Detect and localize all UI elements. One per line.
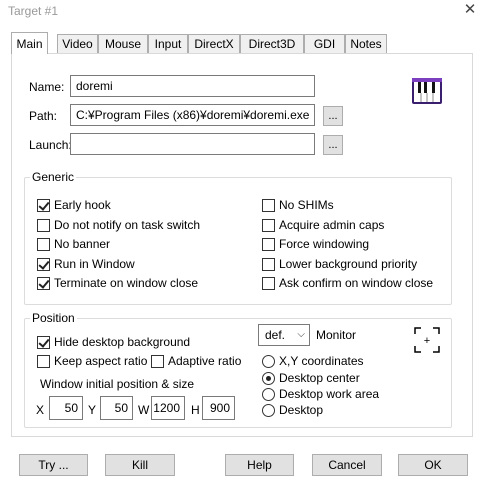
- checkbox-box[interactable]: [262, 218, 275, 232]
- checkbox-box[interactable]: [262, 237, 275, 251]
- force-windowing-checkbox[interactable]: Force windowing: [262, 236, 369, 252]
- tab-input[interactable]: Input: [148, 34, 188, 53]
- checkbox-box[interactable]: [37, 354, 50, 368]
- no-banner-checkbox[interactable]: No banner: [37, 236, 110, 252]
- x-label: X: [36, 403, 45, 417]
- try-button[interactable]: Try ...: [19, 454, 88, 476]
- radio-desktop[interactable]: Desktop: [262, 402, 323, 418]
- checkbox-label: Acquire admin caps: [279, 218, 385, 232]
- checkbox-label: Force windowing: [279, 237, 370, 251]
- checkbox-label: No SHIMs: [279, 198, 334, 212]
- launch-label: Launch:: [29, 138, 72, 152]
- radio-circle[interactable]: [262, 387, 275, 401]
- early-hook-checkbox[interactable]: Early hook: [37, 197, 111, 213]
- checkbox-box[interactable]: [37, 276, 50, 290]
- radio-label: Desktop center: [279, 371, 360, 385]
- ask-confirm-checkbox[interactable]: Ask confirm on window close: [262, 275, 433, 291]
- tab-mouse[interactable]: Mouse: [98, 34, 148, 53]
- piano-icon: [412, 78, 442, 104]
- acquire-admin-checkbox[interactable]: Acquire admin caps: [262, 217, 384, 233]
- checkbox-label: Run in Window: [54, 257, 135, 271]
- tab-directx[interactable]: DirectX: [188, 34, 240, 53]
- y-field[interactable]: 50: [100, 396, 133, 420]
- crosshair-icon[interactable]: +: [414, 327, 440, 353]
- checkbox-label: Hide desktop background: [54, 335, 191, 349]
- checkbox-box[interactable]: [262, 276, 275, 290]
- name-field[interactable]: doremi: [70, 75, 315, 97]
- chevron-down-icon: ⌵: [297, 329, 305, 340]
- y-label: Y: [88, 403, 97, 417]
- checkbox-box[interactable]: [37, 237, 50, 251]
- tab-direct3d[interactable]: Direct3D: [240, 34, 304, 53]
- monitor-select[interactable]: def. ⌵: [258, 324, 310, 346]
- name-label: Name:: [29, 80, 65, 94]
- checkbox-box[interactable]: [262, 198, 275, 212]
- browse-launch-button[interactable]: ...: [323, 135, 343, 155]
- monitor-select-value: def.: [265, 328, 286, 342]
- checkbox-box[interactable]: [37, 198, 50, 212]
- browse-path-button[interactable]: ...: [323, 106, 343, 126]
- checkbox-label: Early hook: [54, 198, 111, 212]
- terminate-on-close-checkbox[interactable]: Terminate on window close: [37, 275, 198, 291]
- radio-label: Desktop: [279, 403, 324, 417]
- help-button[interactable]: Help: [225, 454, 294, 476]
- h-field[interactable]: 900: [202, 396, 235, 420]
- checkbox-label: Adaptive ratio: [168, 354, 242, 368]
- radio-label: Desktop work area: [279, 387, 380, 401]
- close-icon[interactable]: ✕: [462, 2, 478, 18]
- tab-notes[interactable]: Notes: [345, 34, 387, 53]
- path-label: Path:: [29, 109, 58, 123]
- path-field[interactable]: C:¥Program Files (x86)¥doremi¥doremi.exe: [70, 104, 315, 126]
- position-group-title: Position: [30, 311, 77, 325]
- checkbox-box[interactable]: [262, 257, 275, 271]
- radio-label: X,Y coordinates: [279, 354, 364, 368]
- radio-circle[interactable]: [262, 354, 275, 368]
- radio-circle[interactable]: [262, 403, 275, 417]
- radio-circle[interactable]: [262, 371, 275, 385]
- tab-video[interactable]: Video: [57, 34, 98, 53]
- checkbox-box[interactable]: [151, 354, 164, 368]
- run-in-window-checkbox[interactable]: Run in Window: [37, 256, 135, 272]
- launch-field[interactable]: [70, 133, 315, 155]
- ok-button[interactable]: OK: [398, 454, 468, 476]
- crosshair-glyph: +: [424, 335, 430, 347]
- x-field[interactable]: 50: [49, 396, 83, 420]
- window-title: Target #1: [8, 4, 59, 18]
- w-label: W: [138, 403, 150, 417]
- monitor-label: Monitor: [316, 328, 357, 342]
- adaptive-ratio-checkbox[interactable]: Adaptive ratio: [151, 353, 241, 369]
- radio-xy-coordinates[interactable]: X,Y coordinates: [262, 353, 364, 369]
- checkbox-box[interactable]: [37, 257, 50, 271]
- checkbox-label: Terminate on window close: [54, 276, 199, 290]
- checkbox-box[interactable]: [37, 218, 50, 232]
- cancel-button[interactable]: Cancel: [312, 454, 382, 476]
- generic-group-title: Generic: [30, 170, 77, 184]
- checkbox-label: Keep aspect ratio: [54, 354, 148, 368]
- w-field[interactable]: 1200: [151, 396, 185, 420]
- hide-desktop-checkbox[interactable]: Hide desktop background: [37, 334, 190, 350]
- lower-priority-checkbox[interactable]: Lower background priority: [262, 256, 417, 272]
- checkbox-label: Ask confirm on window close: [279, 276, 434, 290]
- checkbox-label: Lower background priority: [279, 257, 418, 271]
- keep-aspect-checkbox[interactable]: Keep aspect ratio: [37, 353, 147, 369]
- kill-button[interactable]: Kill: [105, 454, 175, 476]
- no-shims-checkbox[interactable]: No SHIMs: [262, 197, 334, 213]
- tab-gdi[interactable]: GDI: [304, 34, 345, 53]
- radio-desktop-center[interactable]: Desktop center: [262, 370, 360, 386]
- checkbox-label: No banner: [54, 237, 111, 251]
- radio-desktop-work-area[interactable]: Desktop work area: [262, 386, 379, 402]
- h-label: H: [191, 403, 200, 417]
- initial-position-label: Window initial position & size: [40, 377, 195, 391]
- checkbox-label: Do not notify on task switch: [54, 218, 201, 232]
- tab-main[interactable]: Main: [11, 32, 48, 54]
- do-not-notify-checkbox[interactable]: Do not notify on task switch: [37, 217, 200, 233]
- checkbox-box[interactable]: [37, 335, 50, 349]
